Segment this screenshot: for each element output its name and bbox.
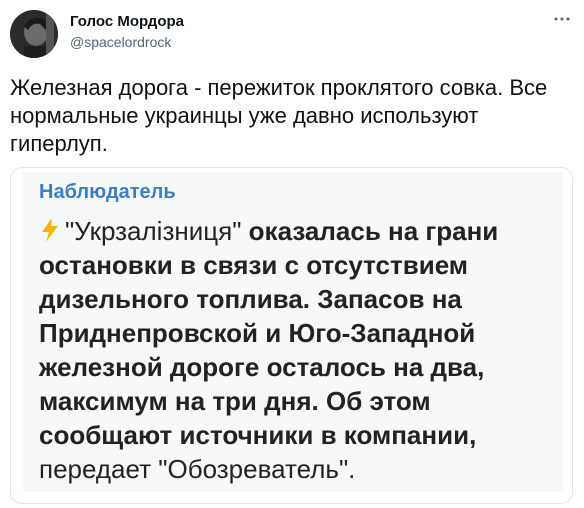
avatar[interactable] (10, 10, 58, 58)
quote-body-bold: оказалась на грани остановки в связи с о… (39, 216, 499, 450)
avatar-image (10, 10, 58, 58)
quote-card: Наблюдатель "Укрзалізниця" оказалась на … (23, 172, 563, 492)
quote-company: "Укрзалізниця" (65, 216, 242, 246)
quote-body: "Укрзалізниця" оказалась на грани остано… (39, 214, 559, 486)
author-handle[interactable]: @spacelordrock (70, 34, 171, 50)
lightning-icon (39, 217, 61, 243)
more-dots-icon[interactable] (552, 12, 572, 24)
author-name[interactable]: Голос Мордора (70, 13, 184, 30)
quote-body-tail: передает "Обозреватель". (39, 454, 356, 484)
tweet: Голос Мордора @spacelordrock Железная до… (0, 0, 584, 508)
quoted-image[interactable]: Наблюдатель "Укрзалізниця" оказалась на … (10, 167, 573, 504)
quote-channel-name: Наблюдатель (39, 181, 176, 203)
tweet-text: Железная дорога - пережиток проклятого с… (10, 75, 548, 156)
